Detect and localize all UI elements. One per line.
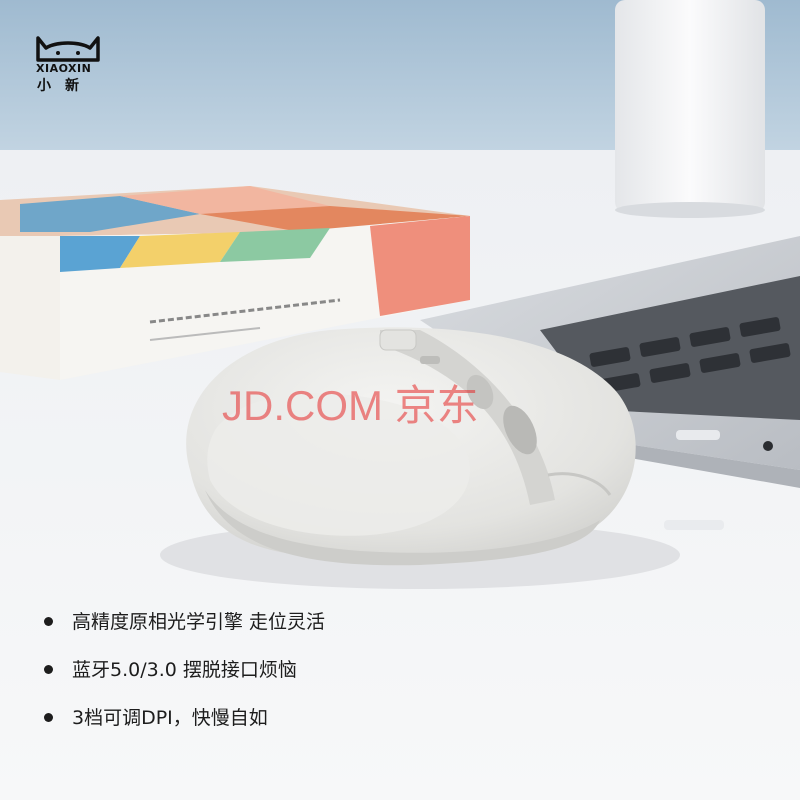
brand-name-cn: 小新: [37, 78, 93, 94]
cup-object: [615, 0, 765, 212]
bullet-dot-icon: [44, 665, 53, 674]
mouse-object: [186, 327, 636, 566]
list-item: 高精度原相光学引擎 走位灵活: [40, 600, 325, 648]
brand-name-en: XIAOXIN: [36, 62, 92, 75]
bullet-dot-icon: [44, 617, 53, 626]
bullet-dot-icon: [44, 713, 53, 722]
jd-watermark: JD.COM 京东: [222, 382, 479, 429]
list-item: 3档可调DPI，快慢自如: [40, 696, 325, 744]
product-image: XIAOXIN 小新 JD.COM 京东 高精度原相光学引擎 走位灵活 蓝牙5.…: [0, 0, 800, 800]
feature-text: 高精度原相光学引擎 走位灵活: [72, 611, 326, 633]
feature-text: 3档可调DPI，快慢自如: [72, 707, 268, 729]
list-item: 蓝牙5.0/3.0 摆脱接口烦恼: [40, 648, 325, 696]
feature-list: 高精度原相光学引擎 走位灵活 蓝牙5.0/3.0 摆脱接口烦恼 3档可调DPI，…: [40, 600, 325, 744]
feature-text: 蓝牙5.0/3.0 摆脱接口烦恼: [72, 659, 297, 681]
